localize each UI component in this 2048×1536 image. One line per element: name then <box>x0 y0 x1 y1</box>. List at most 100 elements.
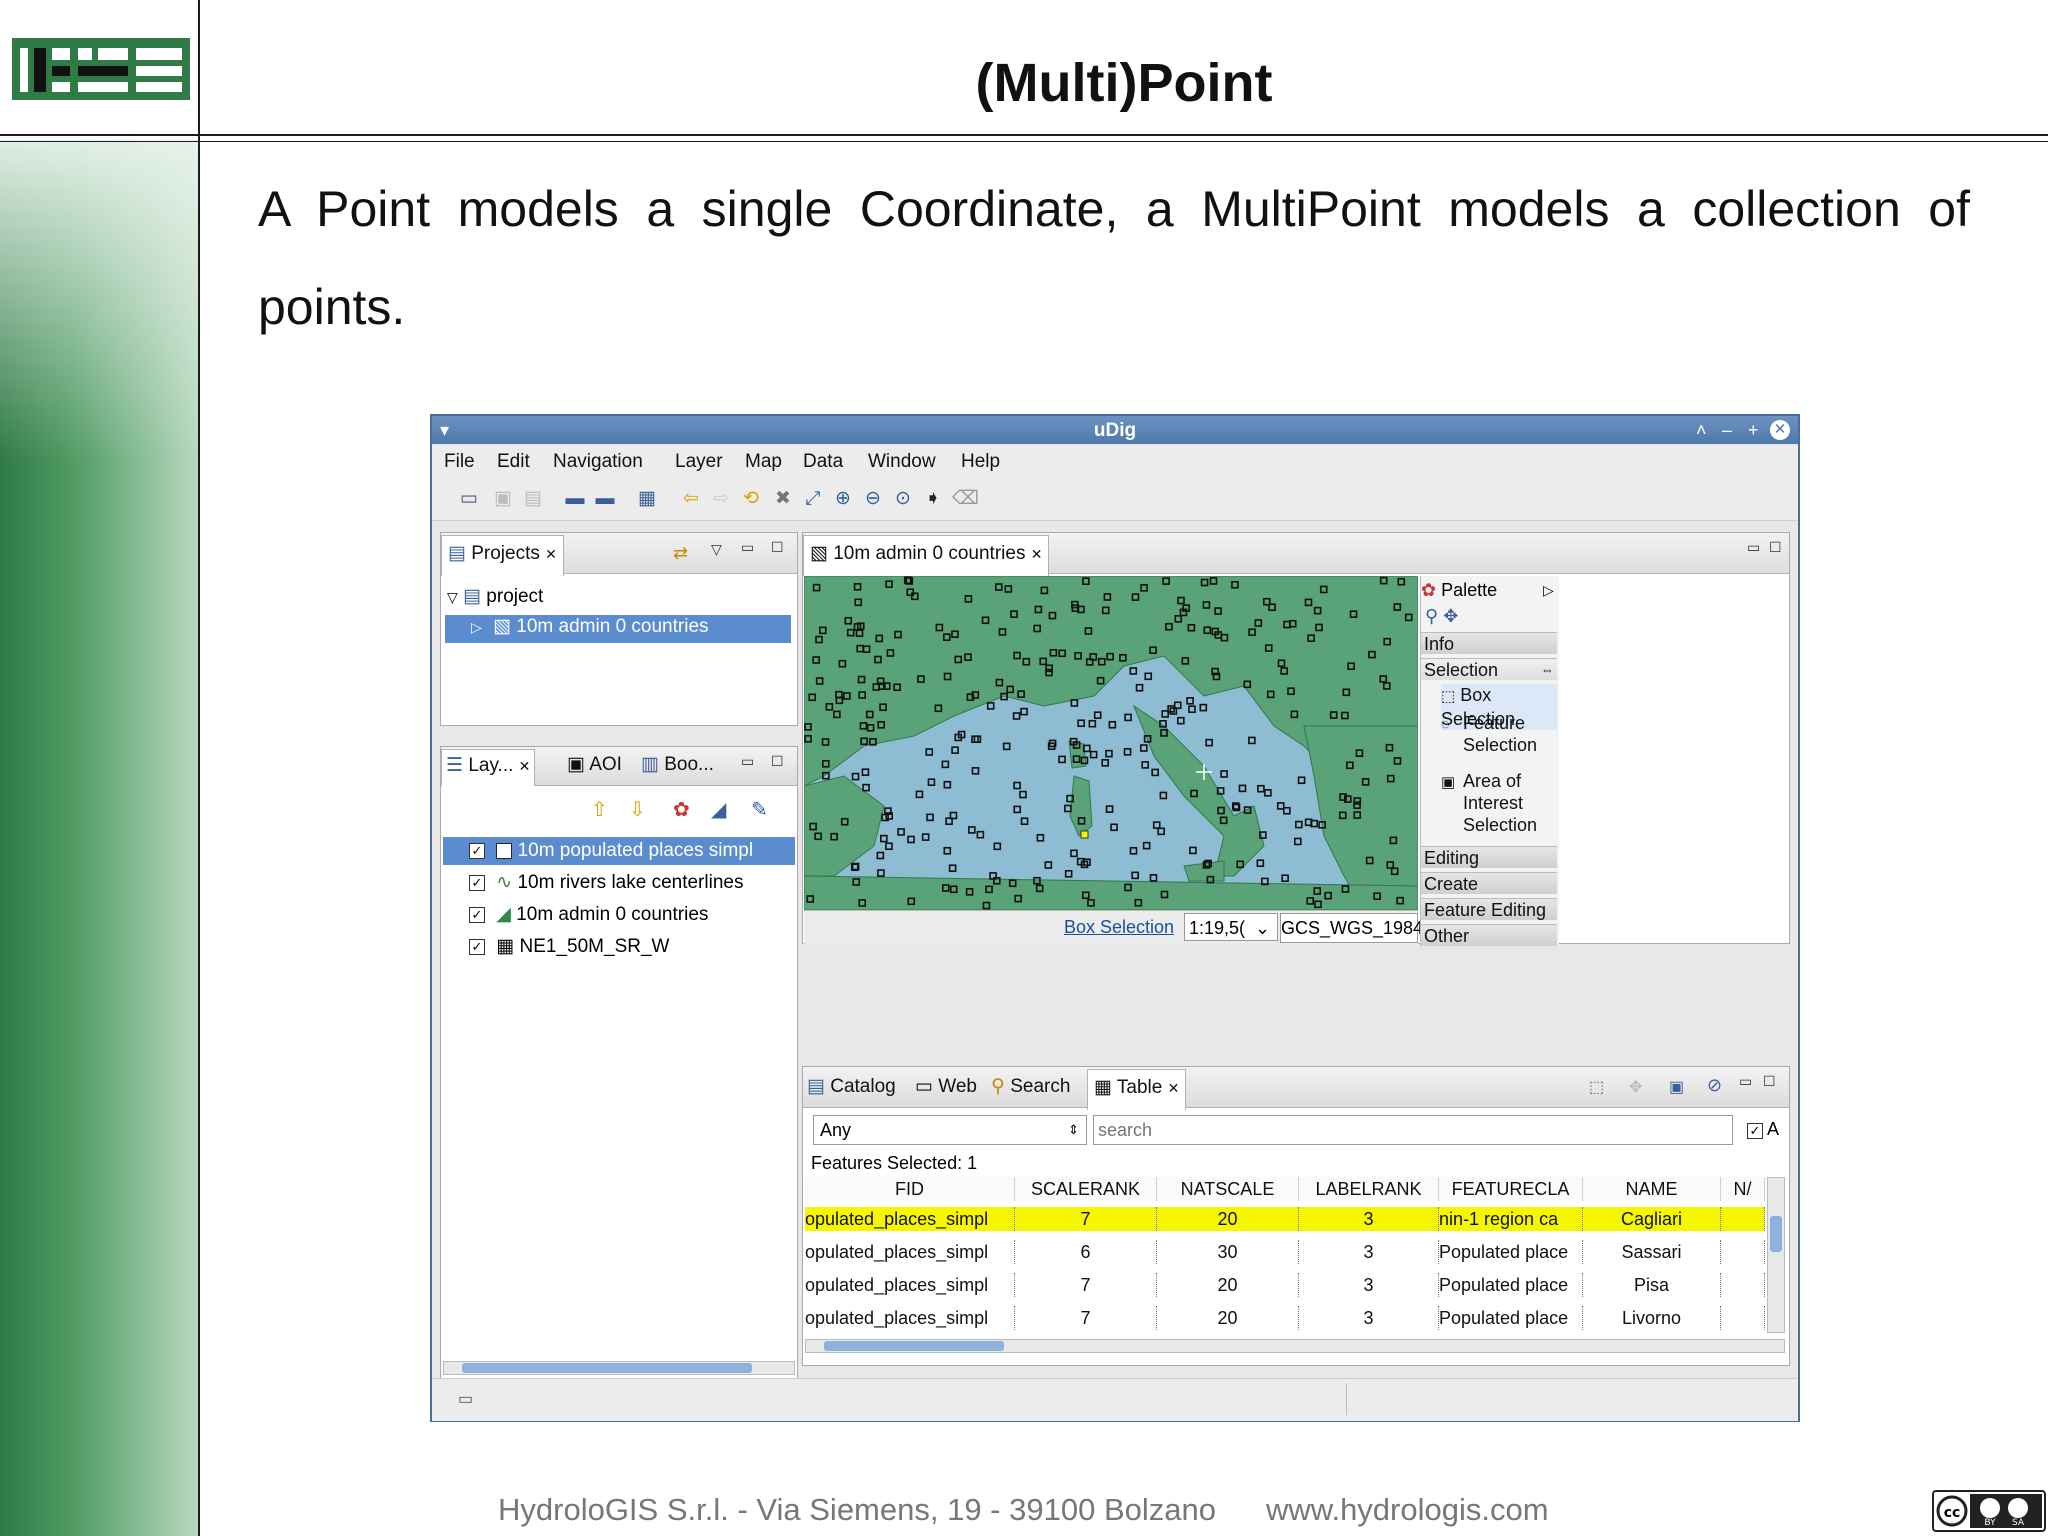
table-cell[interactable]: opulated_places_simpl <box>805 1273 1015 1297</box>
refresh-icon[interactable]: ⟲ <box>740 488 762 510</box>
palette-header[interactable]: ✿ Palette ▷ <box>1421 578 1559 602</box>
stop-icon[interactable]: ✖ <box>772 488 794 510</box>
move-up-icon[interactable]: ⇧ <box>591 797 608 822</box>
clear-selection-icon[interactable]: ⊘ <box>1707 1075 1722 1096</box>
attribute-filter-select[interactable]: Any ⇕ <box>813 1115 1087 1145</box>
menu-map[interactable]: Map <box>745 451 782 473</box>
layers-hscrollbar[interactable] <box>443 1361 795 1375</box>
table-vscrollbar[interactable] <box>1767 1177 1785 1333</box>
column-header[interactable]: FEATURECLA <box>1439 1177 1583 1201</box>
tab-bookmarks[interactable]: ▥ Boo... <box>641 753 714 776</box>
tab-catalog[interactable]: ▤ Catalog <box>807 1075 896 1098</box>
new-icon[interactable]: ▭ <box>458 488 480 510</box>
view-menu-icon[interactable]: ▽ <box>711 541 722 558</box>
tree-root-project[interactable]: ▽ ▤ project <box>447 585 543 608</box>
table-cell[interactable] <box>1721 1207 1765 1231</box>
palette-expand-icon[interactable]: ▷ <box>1543 578 1554 602</box>
save-icon[interactable]: ▣ <box>492 488 514 510</box>
table-cell[interactable]: 20 <box>1157 1207 1299 1231</box>
expanded-arrow-icon[interactable]: ▽ <box>447 589 458 605</box>
close-tab-icon[interactable]: ✕ <box>545 546 557 562</box>
zoom-to-selection-icon[interactable]: ✥ <box>1629 1077 1642 1097</box>
table-cell[interactable] <box>1721 1306 1765 1330</box>
menu-navigation[interactable]: Navigation <box>553 451 643 473</box>
table-cell[interactable]: nin-1 region ca <box>1439 1207 1583 1231</box>
back-arrow-icon[interactable]: ⇦ <box>680 488 702 510</box>
table-cell[interactable]: 20 <box>1157 1306 1299 1330</box>
tab-layers[interactable]: ☰ Lay... ✕ <box>441 749 536 786</box>
scroll-thumb[interactable] <box>824 1341 1004 1351</box>
select-all-icon[interactable]: ⬚ <box>1589 1077 1604 1097</box>
table-cell[interactable]: opulated_places_simpl <box>805 1306 1015 1330</box>
window-close-icon[interactable]: ✕ <box>1770 420 1790 440</box>
map-rendering[interactable] <box>804 576 1418 910</box>
zoom-in-icon[interactable]: ⊕ <box>832 488 854 510</box>
zoom-out-icon[interactable]: ⊖ <box>862 488 884 510</box>
zoom-extent-icon[interactable]: ⤢ <box>802 488 824 510</box>
palette-section-selection[interactable]: Selection ⇔ <box>1421 658 1557 680</box>
minimize-view-icon[interactable]: ▭ <box>741 539 754 556</box>
palette-section-other[interactable]: Other <box>1421 924 1557 946</box>
layer-row-rivers[interactable]: ✓ ∿ 10m rivers lake centerlines <box>443 869 743 897</box>
monitor-icon[interactable]: ▬ <box>564 488 586 510</box>
table-cell[interactable]: 7 <box>1015 1306 1157 1330</box>
scale-combo[interactable]: 1:19,5( ⌄ <box>1184 913 1278 941</box>
column-header[interactable]: NAME <box>1583 1177 1721 1201</box>
table-cell[interactable]: 3 <box>1299 1240 1439 1264</box>
save-all-icon[interactable]: ▤ <box>522 488 544 510</box>
collapsed-arrow-icon[interactable]: ▷ <box>471 619 482 635</box>
style-icon[interactable]: ✿ <box>673 797 690 822</box>
window-restore-icon[interactable]: ˄ <box>1696 416 1707 444</box>
table-cell[interactable]: opulated_places_simpl <box>805 1240 1015 1264</box>
table-cell[interactable]: 7 <box>1015 1207 1157 1231</box>
minimize-view-icon[interactable]: ▭ <box>741 753 754 770</box>
menu-file[interactable]: File <box>444 451 475 473</box>
table-cell[interactable]: 3 <box>1299 1207 1439 1231</box>
tab-table[interactable]: ▦ Table ✕ <box>1087 1069 1187 1110</box>
pan-tool-icon[interactable]: ✥ <box>1443 606 1458 626</box>
window-maximize-icon[interactable]: + <box>1748 416 1759 444</box>
column-header[interactable]: SCALERANK <box>1015 1177 1157 1201</box>
table-cell[interactable]: 3 <box>1299 1306 1439 1330</box>
table-cell[interactable]: opulated_places_simpl <box>805 1207 1015 1231</box>
maximize-view-icon[interactable]: ☐ <box>1763 1073 1776 1090</box>
map-canvas[interactable] <box>804 576 1418 910</box>
palette-item-aoi-selection[interactable]: ▣ Area of Interest Selection <box>1441 770 1557 835</box>
attribute-table[interactable]: FID SCALERANK NATSCALE LABELRANK FEATURE… <box>805 1177 1765 1330</box>
table-cell[interactable]: 6 <box>1015 1240 1157 1264</box>
column-header[interactable]: FID <box>805 1177 1015 1201</box>
search-option-checkbox[interactable]: ✓ <box>1747 1123 1763 1139</box>
promote-selection-icon[interactable]: ▣ <box>1669 1077 1684 1097</box>
box-selection-link[interactable]: Box Selection <box>1064 917 1174 938</box>
menu-edit[interactable]: Edit <box>497 451 530 473</box>
chevron-down-icon[interactable]: ⌄ <box>1255 914 1270 940</box>
window-minimize-icon[interactable]: – <box>1722 416 1732 444</box>
chevron-updown-icon[interactable]: ⇕ <box>1068 1116 1079 1144</box>
move-down-icon[interactable]: ⇩ <box>629 797 646 822</box>
table-cell[interactable]: Cagliari <box>1583 1207 1721 1231</box>
footer-url[interactable]: www.hydrologis.com <box>1266 1492 1549 1528</box>
eraser-icon[interactable]: ⌫ <box>952 488 979 510</box>
layer-row-raster[interactable]: ✓ ▦ NE1_50M_SR_W <box>443 933 669 961</box>
menu-help[interactable]: Help <box>961 451 1000 473</box>
table-cell[interactable] <box>1721 1240 1765 1264</box>
palette-section-info[interactable]: Info <box>1421 632 1557 654</box>
tab-web[interactable]: ▭ Web <box>915 1075 977 1098</box>
minimize-view-icon[interactable]: ▭ <box>1747 539 1760 556</box>
close-tab-icon[interactable]: ✕ <box>519 758 531 774</box>
monitor-refresh-icon[interactable]: ▬ <box>594 488 616 510</box>
fast-view-icon[interactable]: ▭ <box>458 1389 473 1409</box>
maximize-view-icon[interactable]: ☐ <box>771 539 784 556</box>
layer-checkbox[interactable]: ✓ <box>469 906 485 923</box>
palette-section-feature-editing[interactable]: Feature Editing <box>1421 898 1557 920</box>
tab-aoi[interactable]: ▣ AOI <box>567 753 622 776</box>
tree-item-map[interactable]: ▷ ▧ 10m admin 0 countries <box>445 615 791 643</box>
table-cell[interactable]: Populated place <box>1439 1240 1583 1264</box>
crs-button[interactable]: GCS_WGS_1984 <box>1280 913 1423 943</box>
column-header[interactable]: NATSCALE <box>1157 1177 1299 1201</box>
forward-arrow-icon[interactable]: ⇨ <box>710 488 732 510</box>
maximize-view-icon[interactable]: ☐ <box>771 753 784 770</box>
table-cell[interactable]: 30 <box>1157 1240 1299 1264</box>
palette-section-editing[interactable]: Editing <box>1421 846 1557 868</box>
properties-icon[interactable]: ✎ <box>751 797 768 822</box>
